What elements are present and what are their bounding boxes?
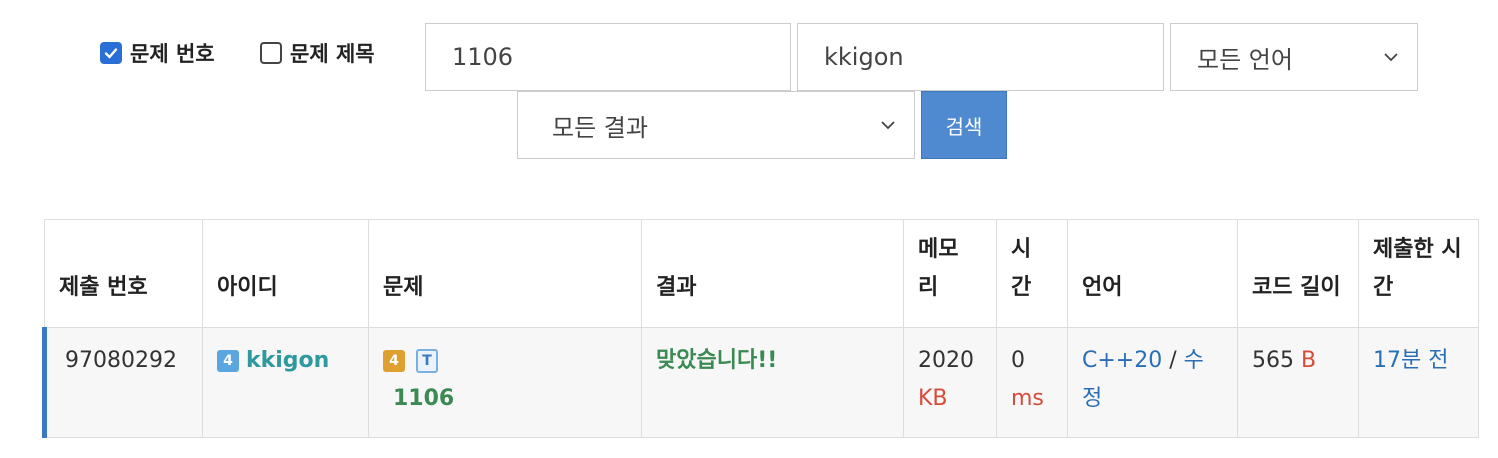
problem-input-value: 1106 [452, 43, 514, 71]
cell-submission: 97080292 [42, 327, 203, 438]
memory-unit: KB [918, 386, 948, 411]
submitted-at-link[interactable]: 17분 전 [1373, 348, 1448, 373]
result-select-value: 모든 결과 [552, 113, 648, 142]
user-input-value: kkigon [824, 43, 904, 71]
problem-tag-icon: T [416, 349, 438, 373]
header-submitted-at: 제출한 시간 [1358, 219, 1479, 328]
user-tier-icon: 4 [217, 350, 239, 372]
problem-title-checkbox[interactable] [260, 42, 282, 64]
problem-number-checkbox[interactable] [100, 42, 122, 64]
language-select-value: 모든 언어 [1197, 45, 1293, 74]
language-separator: / [1169, 348, 1177, 373]
problem-number-label: 문제 번호 [130, 42, 215, 66]
language-select[interactable]: 모든 언어 [1170, 23, 1418, 91]
status-table: 제출 번호 아이디 문제 결과 메모리 시간 언어 코드 길이 제출한 시간 9… [42, 219, 1479, 438]
code-length-value: 565 [1252, 348, 1294, 373]
time-value: 0 [1011, 348, 1025, 373]
user-link[interactable]: kkigon [246, 348, 329, 373]
code-length-unit: B [1301, 348, 1317, 373]
problem-number-checkbox-group[interactable]: 문제 번호 [100, 38, 215, 68]
time-unit: ms [1011, 386, 1044, 411]
cell-problem: 4 T 1106 [368, 327, 642, 438]
header-result: 결과 [641, 219, 904, 328]
language-link[interactable]: C++20 [1082, 348, 1162, 373]
cell-memory: 2020 KB [903, 327, 997, 438]
cell-submitted-at: 17분 전 [1358, 327, 1479, 438]
header-code-length: 코드 길이 [1237, 219, 1359, 328]
result-select[interactable]: 모든 결과 [517, 91, 915, 159]
table-header-row: 제출 번호 아이디 문제 결과 메모리 시간 언어 코드 길이 제출한 시간 [44, 219, 1479, 328]
header-memory: 메모리 [903, 219, 997, 328]
cell-result: 맞았습니다!! [641, 327, 904, 438]
cell-code-length: 565 B [1237, 327, 1359, 438]
problem-link[interactable]: 1106 [393, 386, 454, 411]
problem-input[interactable]: 1106 [425, 23, 791, 91]
chevron-down-icon [881, 121, 895, 130]
table-row: 97080292 4 kkigon 4 T 1106 맞았습니다!! 2020 … [42, 327, 1479, 438]
problem-title-checkbox-group[interactable]: 문제 제목 [260, 38, 375, 68]
check-icon [104, 48, 118, 59]
cell-user: 4 kkigon [202, 327, 369, 438]
cell-time: 0 ms [996, 327, 1068, 438]
search-button[interactable]: 검색 [921, 91, 1007, 159]
problem-tier-icon: 4 [383, 350, 405, 372]
memory-value: 2020 [918, 348, 974, 373]
header-submission: 제출 번호 [44, 219, 203, 328]
header-problem: 문제 [368, 219, 642, 328]
cell-language: C++20 / 수정 [1067, 327, 1238, 438]
result-text: 맞았습니다!! [656, 348, 778, 373]
chevron-down-icon [1384, 53, 1398, 62]
header-time: 시간 [996, 219, 1068, 328]
user-input[interactable]: kkigon [797, 23, 1164, 91]
header-language: 언어 [1067, 219, 1238, 328]
problem-title-label: 문제 제목 [290, 42, 375, 66]
header-id: 아이디 [202, 219, 369, 328]
